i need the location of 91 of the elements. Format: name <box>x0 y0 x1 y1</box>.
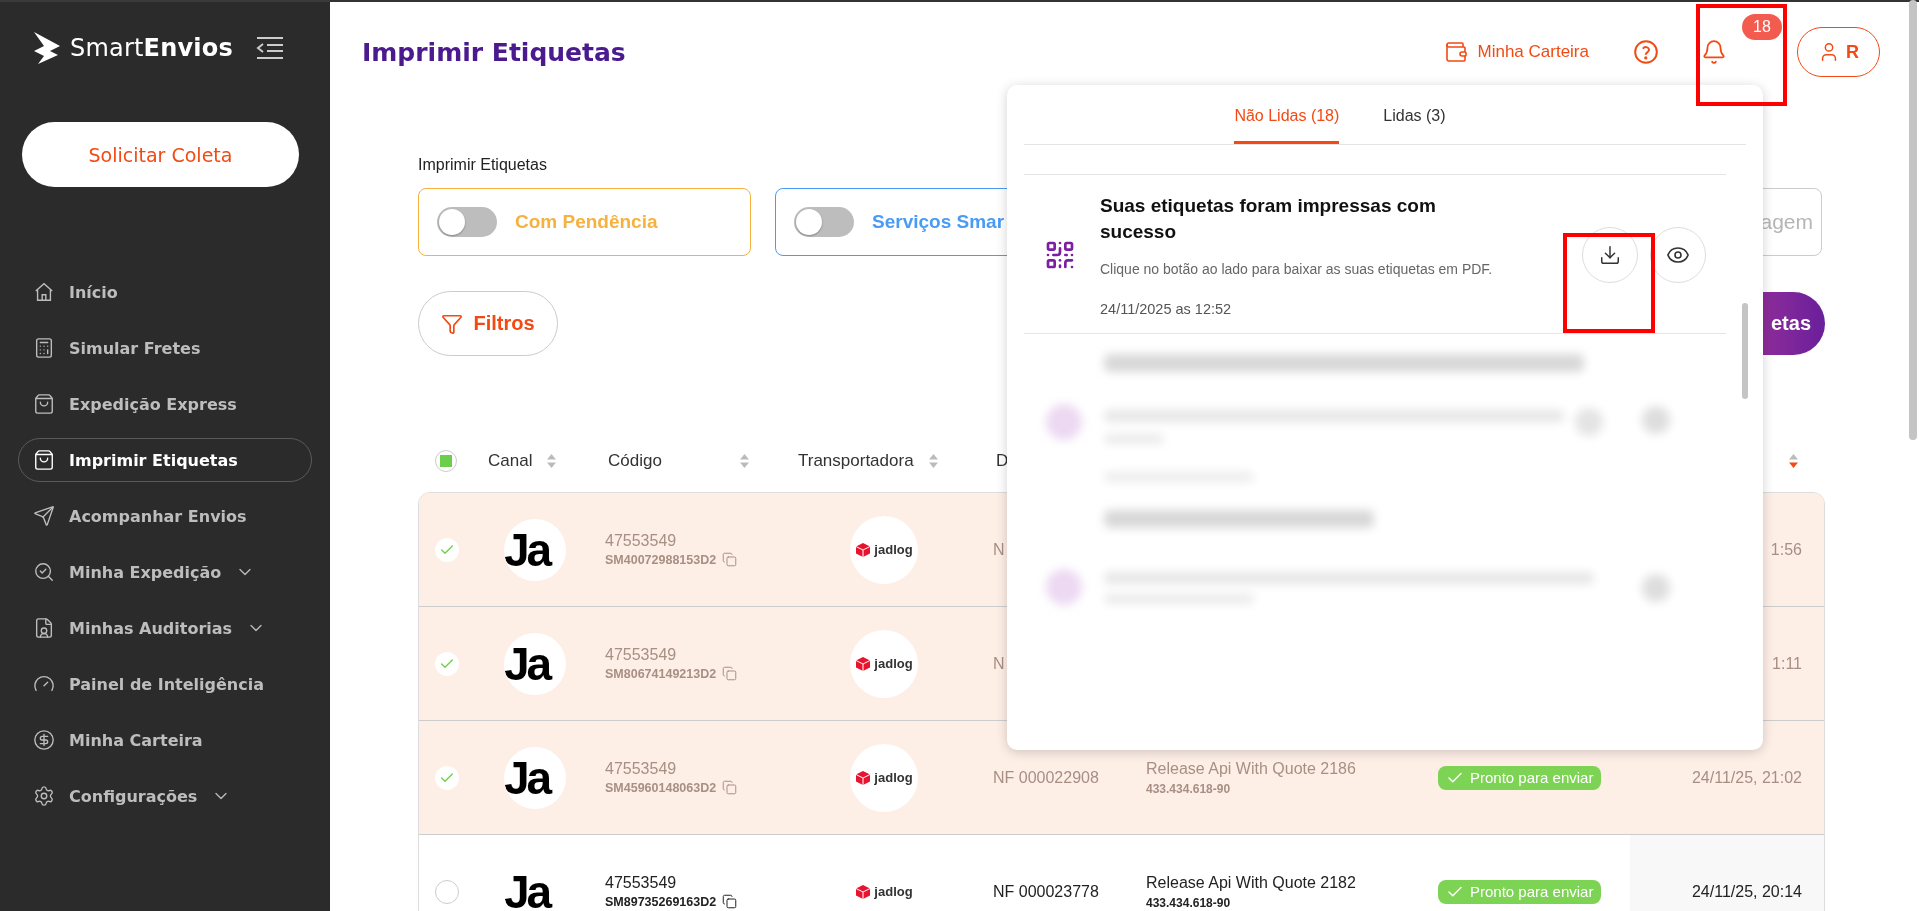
toggle-switch[interactable] <box>437 207 497 237</box>
date-text: 24/11/25, 20:14 <box>1691 882 1802 901</box>
notification-tab[interactable]: Não Lidas (18) <box>1234 107 1340 144</box>
sort-icon[interactable] <box>1788 453 1799 469</box>
nav-item[interactable]: Minha Expedição <box>18 550 312 594</box>
magnifier-icon <box>33 561 55 583</box>
notification-title: Suas etiquetas foram impressas com sucesso <box>1100 194 1437 244</box>
toggle-label: Com Pendência <box>515 211 658 233</box>
row-checkbox[interactable] <box>435 765 459 790</box>
channel-logo: Ja <box>504 746 566 809</box>
column-header[interactable]: Código <box>608 451 662 471</box>
date-text: 1:11 <box>1772 654 1802 673</box>
date-text: 1:56 <box>1770 540 1802 559</box>
order-description: Release Api With Quote 2186 <box>1146 759 1357 778</box>
nav-item[interactable]: Configurações <box>18 774 312 818</box>
nav-item[interactable]: Acompanhar Envios <box>18 494 312 538</box>
send-icon <box>33 505 55 527</box>
order-number: 47553549 <box>605 532 678 550</box>
column-header[interactable]: D <box>996 451 1009 471</box>
date-text: 24/11/25, 21:02 <box>1691 768 1802 787</box>
invoice-number: NF 000022908 <box>992 768 1100 787</box>
nav-item[interactable]: Minhas Auditorias <box>18 606 312 650</box>
scrollbar[interactable] <box>1742 303 1748 399</box>
column-header[interactable]: Canal <box>488 451 533 471</box>
bag-icon <box>33 449 55 471</box>
wallet-icon <box>1443 40 1468 64</box>
nav-item[interactable]: Simular Fretes <box>18 326 312 370</box>
order-number: 47553549 <box>605 874 678 892</box>
filters-button[interactable]: Filtros <box>418 291 558 356</box>
nav-item[interactable]: Painel de Inteligência <box>18 662 312 706</box>
row-checkbox[interactable] <box>435 537 459 562</box>
help-icon <box>1633 39 1659 65</box>
user-button[interactable]: R <box>1797 27 1880 77</box>
channel-logo: Ja <box>504 518 566 581</box>
bag-icon <box>33 393 55 415</box>
status-badge: Pronto para enviar <box>1438 879 1602 904</box>
document-icon <box>33 617 55 639</box>
notification-badge: 18 <box>1742 14 1782 40</box>
invoice-number: N <box>992 540 1006 559</box>
invoice-number: NF 000023778 <box>992 882 1100 901</box>
page-title: Imprimir Etiquetas <box>362 37 627 67</box>
notification-tab[interactable]: Lidas (3) <box>1383 107 1446 144</box>
tracking-code: SM89735269163D2 <box>605 894 717 909</box>
document-number: 433.434.618-90 <box>1146 781 1232 796</box>
section-label: Imprimir Etiquetas <box>418 156 548 174</box>
sort-icon[interactable] <box>927 453 939 469</box>
notification-text: Clique no botão ao lado para baixar as suas etiquetas em PDF. <box>1100 261 1494 277</box>
carrier-logo: jadlog <box>850 743 918 812</box>
copy-icon[interactable] <box>722 894 738 909</box>
toggle-label: agem <box>1760 210 1813 234</box>
request-pickup-button[interactable]: Solicitar Coleta <box>22 122 299 187</box>
column-header[interactable]: Transportadora <box>798 451 914 471</box>
dollar-icon <box>33 729 55 751</box>
nav-item[interactable]: Expedição Express <box>18 382 312 426</box>
carrier-logo: jadlog <box>850 515 918 584</box>
house-icon <box>33 281 55 303</box>
sort-icon[interactable] <box>546 453 558 469</box>
status-badge: Pronto para enviar <box>1438 765 1602 790</box>
help-button[interactable] <box>1633 39 1659 65</box>
logo-icon <box>32 30 62 66</box>
calculator-icon <box>33 337 55 359</box>
document-number: 433.434.618-90 <box>1146 895 1232 910</box>
order-description: Release Api With Quote 2182 <box>1146 873 1357 892</box>
notification-date: 24/11/2025 as 12:52 <box>1100 301 1233 317</box>
tracking-code: SM45960148063D2 <box>605 780 717 795</box>
notifications-button[interactable] <box>1701 39 1727 65</box>
carrier-logo: jadlog <box>850 629 918 698</box>
sort-icon[interactable] <box>739 453 750 469</box>
qr-code-icon <box>1044 239 1076 271</box>
nav-item[interactable]: Início <box>18 270 312 314</box>
toggle-switch[interactable] <box>794 207 854 237</box>
row-checkbox[interactable] <box>435 879 459 904</box>
toggle-label: Serviços Smar <box>872 211 1005 233</box>
bell-icon <box>1701 39 1727 65</box>
tracking-code: SM80674149213D2 <box>605 666 717 681</box>
tracking-code: SM40072988153D2 <box>605 552 717 567</box>
nav-item[interactable]: Minha Carteira <box>18 718 312 762</box>
menu-collapse-icon[interactable] <box>254 36 285 60</box>
invoice-number: N <box>992 654 1006 673</box>
channel-logo: Ja <box>504 632 566 695</box>
brand-name: SmartEnvios <box>70 34 233 62</box>
wallet-link[interactable]: Minha Carteira <box>1443 40 1589 64</box>
download-button[interactable] <box>1582 227 1638 283</box>
order-number: 47553549 <box>605 646 678 664</box>
carrier-logo: jadlog <box>850 857 918 911</box>
download-icon <box>1599 244 1621 266</box>
row-checkbox[interactable] <box>435 651 459 676</box>
gear-icon <box>33 785 55 807</box>
filter-icon <box>441 312 464 335</box>
order-number: 47553549 <box>605 760 678 778</box>
scrollbar[interactable] <box>1909 0 1917 440</box>
